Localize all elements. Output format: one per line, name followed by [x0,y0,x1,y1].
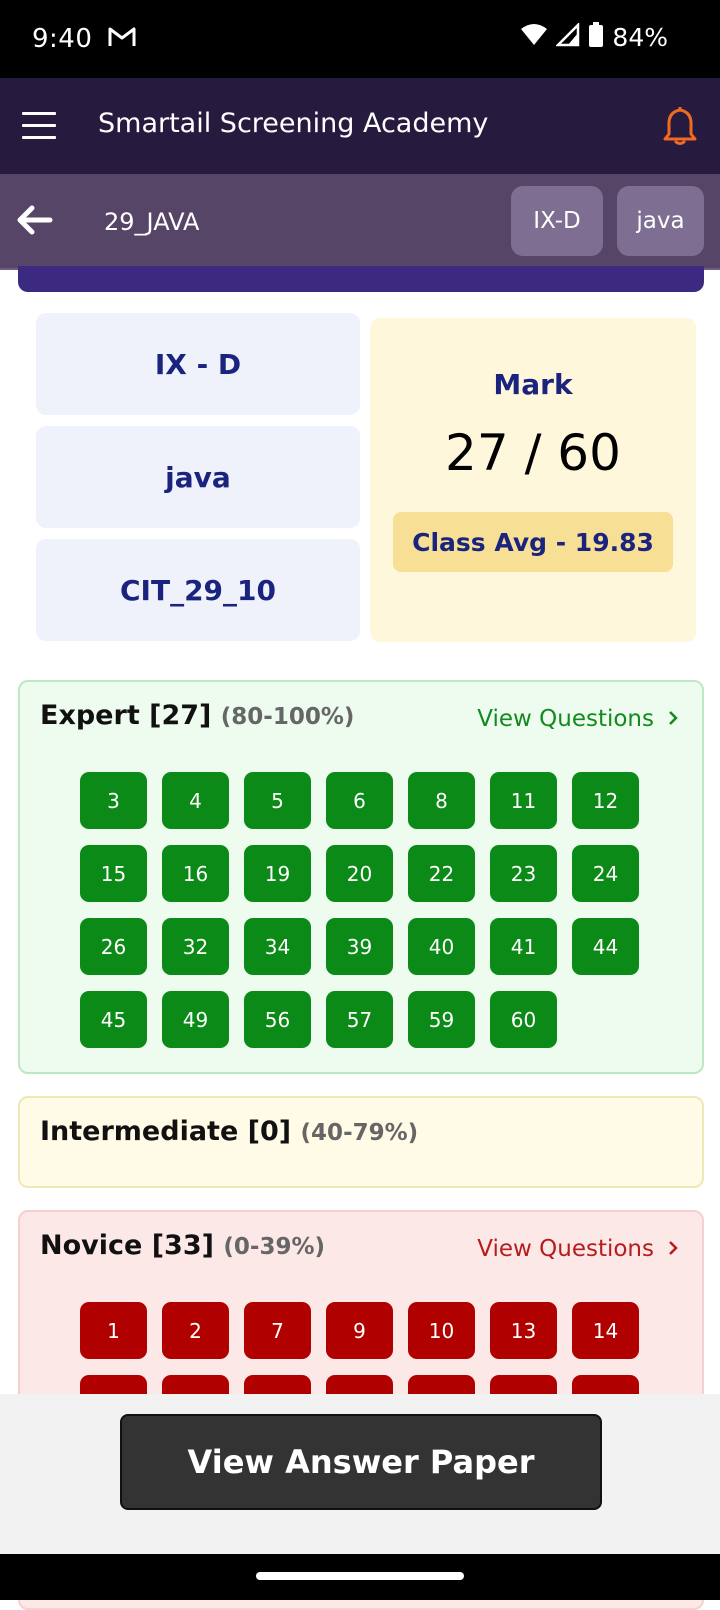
novice-view-questions-label: View Questions [477,1236,654,1262]
bottom-action-area: View Answer Paper [0,1394,720,1554]
intermediate-range: (40-79%) [300,1120,419,1146]
novice-range: (0-39%) [223,1234,326,1260]
expert-view-questions-link[interactable]: View Questions [477,706,678,732]
novice-question-button[interactable]: 10 [408,1302,475,1359]
expert-question-button[interactable]: 39 [326,918,393,975]
expert-question-button[interactable]: 24 [572,845,639,902]
class-chip[interactable]: IX-D [511,186,603,256]
intermediate-section: Intermediate [0] (40-79%) [18,1096,704,1188]
expert-question-button[interactable]: 5 [244,772,311,829]
test-title: 29_JAVA [104,208,200,236]
status-time: 9:40 [32,24,93,54]
novice-question-button[interactable]: 1 [80,1302,147,1359]
intermediate-title: Intermediate [0] (40-79%) [40,1116,418,1147]
expert-question-button[interactable]: 45 [80,991,147,1048]
expert-question-button[interactable]: 6 [326,772,393,829]
expert-question-button[interactable]: 8 [408,772,475,829]
expert-view-questions-label: View Questions [477,706,654,732]
expert-question-button[interactable]: 3 [80,772,147,829]
expert-question-button[interactable]: 44 [572,918,639,975]
expert-question-button[interactable]: 60 [490,991,557,1048]
class-card: IX - D [36,313,360,415]
expert-question-button[interactable]: 11 [490,772,557,829]
expert-section: Expert [27] (80-100%) View Questions 345… [18,680,704,1074]
expert-question-button[interactable]: 41 [490,918,557,975]
novice-question-button[interactable]: 14 [572,1302,639,1359]
hamburger-menu-icon[interactable] [22,112,56,140]
expert-question-button[interactable]: 57 [326,991,393,1048]
expert-question-button[interactable]: 32 [162,918,229,975]
class-average: Class Avg - 19.83 [393,512,673,572]
expert-question-button[interactable]: 4 [162,772,229,829]
subject-card: java [36,426,360,528]
app-title: Smartail Screening Academy [98,108,489,139]
code-card: CIT_29_10 [36,539,360,641]
novice-question-button[interactable]: 13 [490,1302,557,1359]
expert-title: Expert [27] (80-100%) [40,700,354,731]
expert-question-button[interactable]: 26 [80,918,147,975]
expert-question-button[interactable]: 34 [244,918,311,975]
wifi-icon [520,23,548,51]
chevron-right-icon [668,1236,678,1262]
novice-view-questions-link[interactable]: View Questions [477,1236,678,1262]
back-arrow-icon[interactable] [14,202,54,242]
gmail-icon [108,26,136,52]
expert-question-button[interactable]: 49 [162,991,229,1048]
expert-question-button[interactable]: 22 [408,845,475,902]
expert-question-button[interactable]: 56 [244,991,311,1048]
expert-question-button[interactable]: 23 [490,845,557,902]
header-strip [18,266,704,292]
mark-value: 27 / 60 [445,424,621,482]
mark-label: Mark [493,368,573,401]
subject-chip[interactable]: java [617,186,704,256]
expert-question-button[interactable]: 12 [572,772,639,829]
intermediate-title-text: Intermediate [0] [40,1116,292,1147]
expert-question-button[interactable]: 59 [408,991,475,1048]
battery-percent: 84% [612,22,668,52]
novice-title-text: Novice [33] [40,1230,214,1261]
status-bar: 9:40 84% [0,0,720,78]
expert-title-text: Expert [27] [40,700,212,731]
signal-icon [555,21,580,51]
sub-header: 29_JAVA IX-D java [0,174,720,270]
bell-icon[interactable] [662,106,698,150]
novice-question-button[interactable]: 9 [326,1302,393,1359]
novice-question-button[interactable]: 7 [244,1302,311,1359]
novice-question-button[interactable]: 2 [162,1302,229,1359]
expert-question-button[interactable]: 19 [244,845,311,902]
system-nav-bar [0,1554,720,1600]
chevron-right-icon [668,706,678,732]
view-answer-paper-button[interactable]: View Answer Paper [120,1414,602,1510]
battery-icon [588,22,604,52]
expert-question-button[interactable]: 40 [408,918,475,975]
expert-range: (80-100%) [220,704,355,730]
novice-title: Novice [33] (0-39%) [40,1230,325,1261]
expert-question-button[interactable]: 16 [162,845,229,902]
mark-card: Mark 27 / 60 Class Avg - 19.83 [370,318,696,642]
home-gesture-handle[interactable] [256,1572,464,1580]
expert-question-button[interactable]: 20 [326,845,393,902]
app-bar: Smartail Screening Academy [0,78,720,174]
expert-question-button[interactable]: 15 [80,845,147,902]
